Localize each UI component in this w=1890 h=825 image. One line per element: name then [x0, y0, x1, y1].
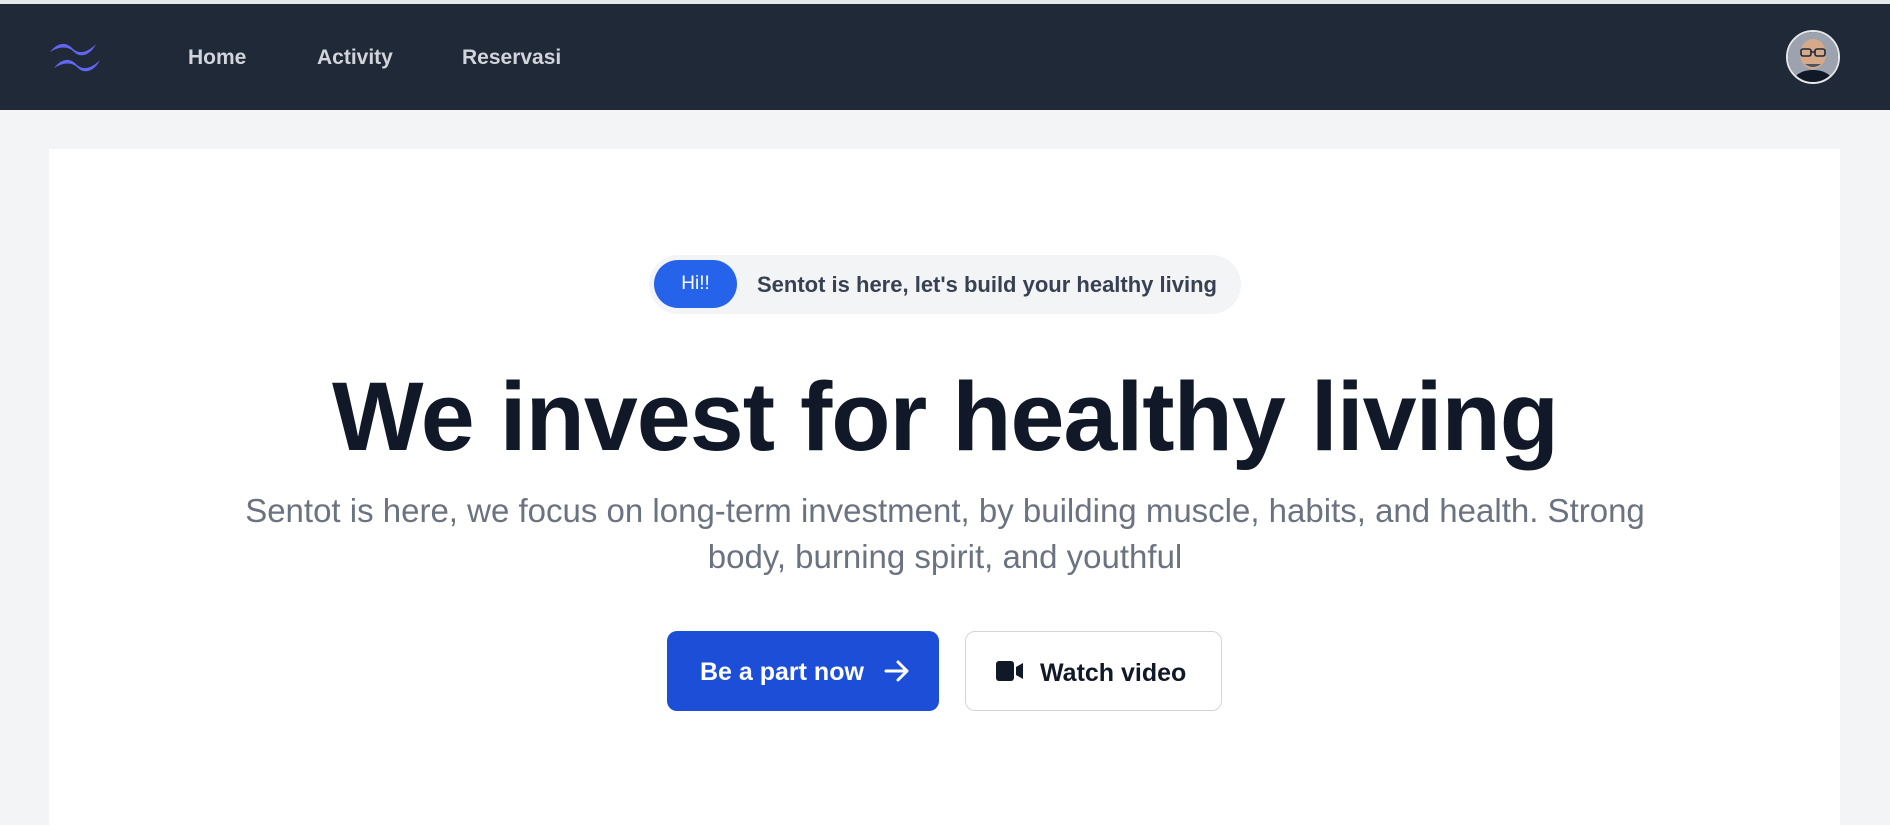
nav-reservasi[interactable]: Reservasi: [462, 46, 561, 70]
video-camera-icon: [996, 660, 1024, 682]
be-a-part-now-label: Be a part now: [700, 658, 864, 686]
watch-video-button[interactable]: Watch video: [965, 631, 1222, 711]
user-avatar[interactable]: [1786, 30, 1840, 84]
hero-subtitle-line-1: Sentot is here, we focus on long-term in…: [245, 492, 1645, 529]
wave-logo-icon[interactable]: [48, 38, 102, 76]
hero-card: [49, 149, 1840, 825]
hero-subtitle: Sentot is here, we focus on long-term in…: [225, 488, 1665, 580]
nav-activity[interactable]: Activity: [317, 46, 393, 70]
be-a-part-now-button[interactable]: Be a part now: [667, 631, 939, 711]
badge-tag: Hi!!: [654, 260, 737, 308]
arrow-right-icon: [883, 657, 911, 685]
hero-title: We invest for healthy living: [331, 362, 1559, 471]
nav-home[interactable]: Home: [188, 46, 246, 70]
badge-text: Sentot is here, let's build your healthy…: [757, 272, 1217, 297]
hero-subtitle-line-2: body, burning spirit, and youthful: [707, 538, 1183, 575]
navbar: Home Activity Reservasi: [0, 4, 1890, 110]
watch-video-label: Watch video: [1040, 659, 1187, 687]
